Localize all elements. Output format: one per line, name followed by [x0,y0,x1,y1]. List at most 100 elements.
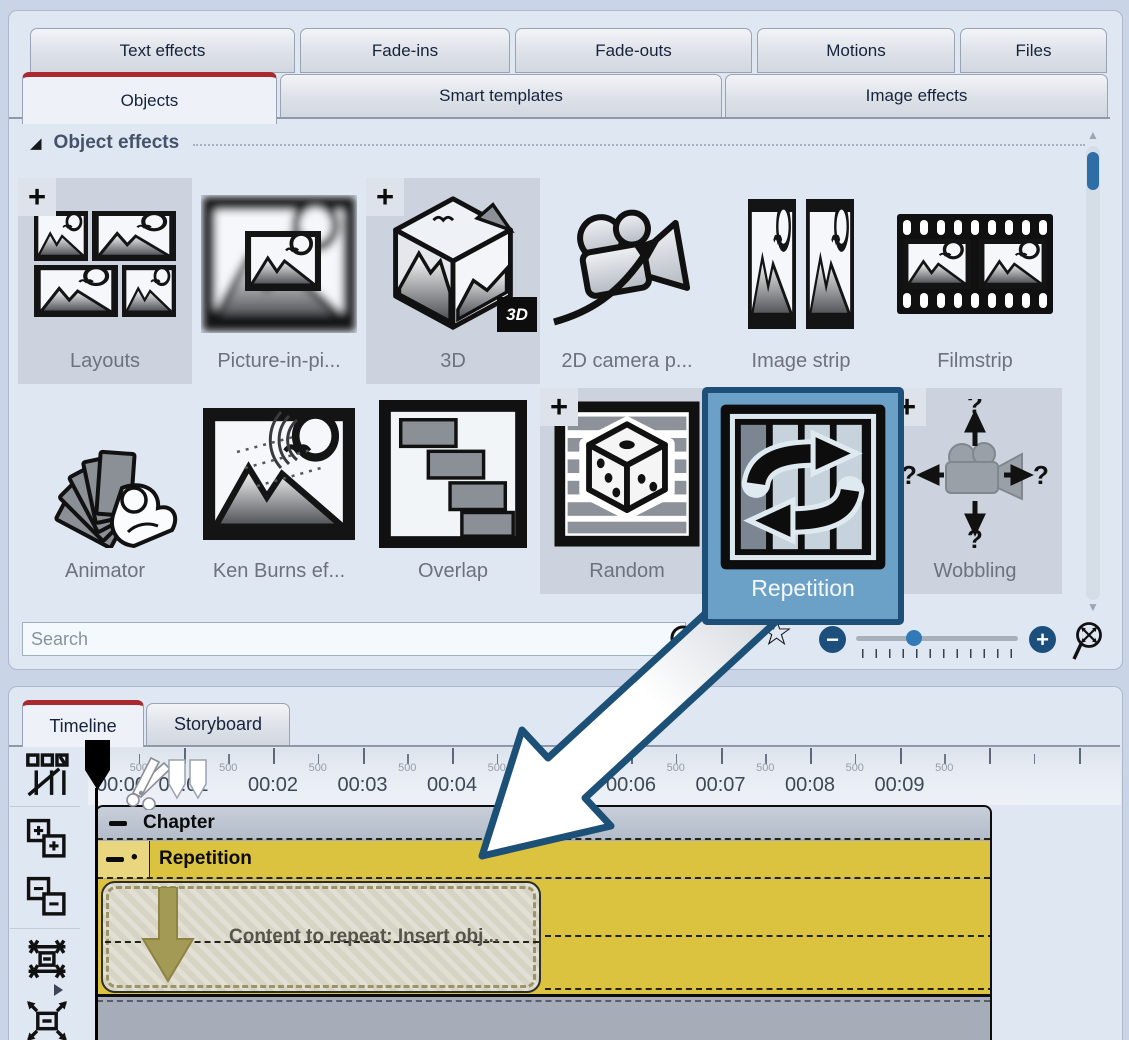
zoom-out-button[interactable]: − [819,626,846,653]
tab-objects[interactable]: Objects [22,72,277,124]
ruler-tick [989,748,991,764]
image-strip-icon [726,178,876,350]
tab-smart-templates[interactable]: Smart templates [280,74,722,118]
scroll-up-icon[interactable]: ▲ [1084,128,1102,142]
tile-image-strip[interactable]: Image strip [714,178,888,384]
repetition-drop-target[interactable]: Content to repeat: Insert obj... [101,881,541,993]
ruler-time-label: 00:04 [427,774,477,797]
eye-icon[interactable] [712,627,749,653]
tile-label: 3D [440,350,466,373]
svg-text:?: ? [967,524,983,549]
tile-overlap[interactable]: Overlap [366,388,540,594]
collapse-repetition-icon[interactable] [106,857,124,862]
tab-files[interactable]: Files [960,28,1107,73]
tile-repetition-selected[interactable]: Repetition [702,387,904,625]
range-marker-flags-icon[interactable] [167,758,211,802]
ruler-tick [542,748,544,764]
thumbnail-size-slider[interactable] [856,636,1018,641]
tab-motions[interactable]: Motions [757,28,955,73]
tile-random[interactable]: + Random [540,388,714,594]
ruler-time-label: 00:08 [785,774,835,797]
tab-image-effects[interactable]: Image effects [725,74,1108,118]
tile-ken-burns[interactable]: Ken Burns ef... [192,388,366,594]
add-group-icon[interactable]: + [540,388,578,426]
ruler-time-label: 00:06 [606,774,656,797]
tab-label: Storyboard [174,714,262,735]
timeline-ruler[interactable]: 00:0050000:0150000:0250000:0350000:04500… [88,748,1121,805]
tile-2d-camera-pans[interactable]: 2D camera p... [540,178,714,384]
tile-label: Picture-in-pi... [217,350,340,373]
ruler-half-second-label: 500 [756,762,774,774]
scrollbar-track[interactable] [1086,146,1100,600]
add-group-icon[interactable]: + [18,178,56,216]
tab-label: Fade-ins [372,41,438,61]
tile-filmstrip[interactable]: Filmstrip [888,178,1062,384]
ruler-half-second-label: 500 [577,762,595,774]
empty-area-dash [97,1000,990,1002]
manual-input-button[interactable] [24,752,70,798]
reset-zoom-icon[interactable] [1072,620,1110,662]
ruler-half-second-label: 500 [488,762,506,774]
timeline-tab-underline [9,745,1120,747]
collapse-all-button[interactable] [24,874,70,920]
tab-label: Text effects [120,41,206,61]
ruler-half-second-label: 500 [219,762,237,774]
ruler-half-second-label: 500 [398,762,416,774]
slider-thumb[interactable] [906,630,922,646]
expand-all-button[interactable] [24,816,70,862]
tab-label: Files [1016,41,1052,61]
tile-label: Image strip [752,350,851,373]
app-window: Text effects Fade-ins Fade-outs Motions … [0,0,1129,1040]
repetition-track-bottom-border [97,994,990,997]
ken-burns-icon [201,388,357,560]
scroll-down-icon[interactable]: ▼ [1084,600,1102,614]
add-group-icon[interactable]: + [366,178,404,216]
guide-dash [545,988,992,990]
repetition-track-header[interactable]: • Repetition [97,841,990,878]
tile-wobbling[interactable]: + ?? ?? Wobbling [888,388,1062,594]
scrollbar-thumb[interactable] [1087,152,1099,190]
overlap-icon [379,388,527,560]
zoom-in-button[interactable]: + [1029,626,1056,653]
tab-text-effects[interactable]: Text effects [30,28,295,73]
slider-ticks [862,649,1012,658]
search-input[interactable] [22,622,686,656]
track-divider [97,838,990,840]
tile-3d[interactable]: + 3D [366,178,540,384]
section-header: ◢ Object effects [30,132,1085,154]
tab-timeline[interactable]: Timeline [22,700,144,747]
repetition-loop-icon [719,401,887,573]
tile-picture-in-picture[interactable]: Picture-in-pi... [192,178,366,384]
ruler-half-second-label: 500 [935,762,953,774]
playhead-line [95,788,98,1040]
tile-label: Filmstrip [937,350,1013,373]
drop-target-text: Content to repeat: Insert obj... [229,926,499,948]
ruler-minor-tick [1034,754,1036,764]
tile-label: Overlap [418,560,488,583]
tab-storyboard[interactable]: Storyboard [146,703,290,746]
tab-fade-outs[interactable]: Fade-outs [515,28,752,73]
tab-label: Fade-outs [595,41,672,61]
ruler-tick [452,748,454,764]
zoom-selection-button[interactable] [24,998,70,1040]
tab-fade-ins[interactable]: Fade-ins [300,28,510,73]
collapse-chapter-icon[interactable] [109,821,127,826]
ruler-ticks: 00:0050000:0150000:0250000:0350000:04500… [88,748,1121,805]
tile-label: Layouts [70,350,140,373]
tile-animator[interactable]: Animator [18,388,192,594]
tile-label: Repetition [751,575,855,602]
guide-dash [545,935,992,937]
flyout-arrow-icon[interactable] [54,984,63,996]
tile-layouts[interactable]: + Layouts [18,178,192,384]
insert-down-arrow-icon [135,887,201,987]
tile-label: Ken Burns ef... [213,560,345,583]
section-title: Object effects [54,132,180,154]
tab-label: Motions [826,41,886,61]
ruler-time-label: 00:07 [695,774,745,797]
collapse-triangle-icon[interactable]: ◢ [30,134,42,152]
chapter-header[interactable]: Chapter [97,807,990,839]
ruler-half-second-label: 500 [667,762,685,774]
tab-label: Objects [121,91,179,111]
zoom-fit-button[interactable] [24,936,70,982]
ruler-half-second-label: 500 [309,762,327,774]
